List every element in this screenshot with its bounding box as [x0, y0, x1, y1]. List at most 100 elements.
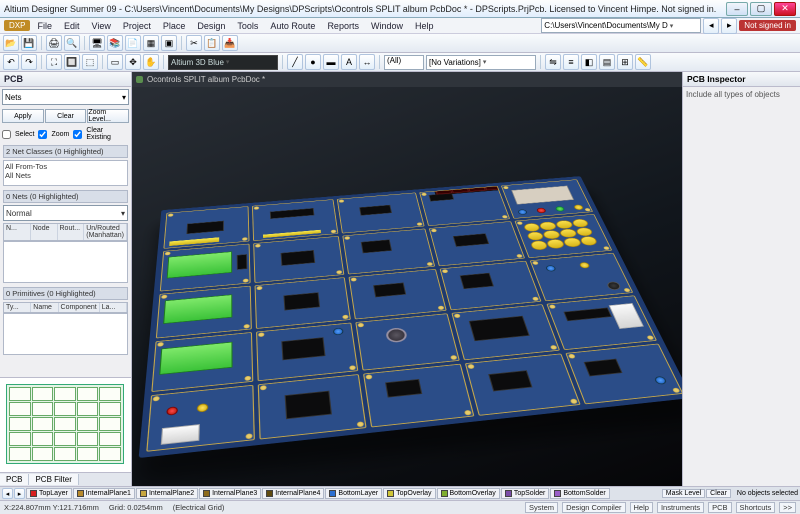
save-icon[interactable]: 💾: [21, 35, 37, 51]
signin-badge[interactable]: Not signed in: [739, 20, 796, 31]
status-panel-button[interactable]: System: [525, 502, 558, 513]
open-icon[interactable]: 📂: [3, 35, 19, 51]
status-panel-button[interactable]: PCB: [708, 502, 731, 513]
statusbar: X:224.807mm Y:121.716mm Grid: 0.0254mm (…: [0, 500, 800, 514]
layer-scroll-left[interactable]: ◂: [2, 488, 13, 499]
clear-button[interactable]: Clear: [45, 109, 87, 123]
status-panel-button[interactable]: Help: [630, 502, 653, 513]
menu-help[interactable]: Help: [410, 20, 439, 32]
3d-viewport[interactable]: Ocontrols SPLIT album PcbDoc * 8888: [132, 72, 682, 486]
status-panel-button[interactable]: >>: [779, 502, 796, 513]
layer-tab[interactable]: InternalPlane3: [199, 488, 261, 499]
inspector-header[interactable]: PCB Inspector: [683, 72, 800, 87]
lib-icon[interactable]: 📚: [107, 35, 123, 51]
clearexisting-checkbox[interactable]: [73, 130, 82, 139]
layer-tab[interactable]: TopSolder: [501, 488, 550, 499]
sheet-icon[interactable]: 📄: [125, 35, 141, 51]
select-checkbox[interactable]: [2, 130, 11, 139]
menu-file[interactable]: File: [32, 20, 57, 32]
tab-pcb[interactable]: PCB: [0, 474, 29, 485]
nets-list[interactable]: [3, 241, 128, 283]
variations-dropdown[interactable]: [No Variations]▾: [426, 55, 536, 70]
path-box[interactable]: C:\Users\Vincent\Documents\My D▾: [541, 18, 701, 33]
print-icon[interactable]: 🖨: [46, 35, 62, 51]
menu-design[interactable]: Design: [192, 20, 230, 32]
menu-project[interactable]: Project: [118, 20, 156, 32]
units-box[interactable]: (All): [384, 55, 424, 70]
menu-autoroute[interactable]: Auto Route: [265, 20, 320, 32]
right-panel: PCB Inspector Include all types of objec…: [682, 72, 800, 486]
app-title: Altium Designer Summer 09 - C:\Users\Vin…: [4, 4, 724, 14]
menu-window[interactable]: Window: [366, 20, 408, 32]
status-panel-button[interactable]: Instruments: [657, 502, 704, 513]
pan-icon[interactable]: ✋: [143, 54, 159, 70]
via-icon[interactable]: ●: [305, 54, 321, 70]
measure-icon[interactable]: 📏: [635, 54, 651, 70]
device-icon[interactable]: 🖥: [89, 35, 105, 51]
redo-icon[interactable]: ↷: [21, 54, 37, 70]
mini-map[interactable]: [0, 377, 131, 472]
zoom-area-icon[interactable]: 🔲: [64, 54, 80, 70]
window-close-button[interactable]: ✕: [774, 2, 796, 16]
layer-tab[interactable]: InternalPlane4: [262, 488, 324, 499]
move-icon[interactable]: ✥: [125, 54, 141, 70]
layer-tab[interactable]: InternalPlane1: [73, 488, 135, 499]
layer-tab[interactable]: TopLayer: [26, 488, 72, 499]
select-icon[interactable]: ▭: [107, 54, 123, 70]
document-tab[interactable]: Ocontrols SPLIT album PcbDoc *: [132, 72, 682, 87]
menu-tools[interactable]: Tools: [232, 20, 263, 32]
text-icon[interactable]: A: [341, 54, 357, 70]
menu-edit[interactable]: Edit: [59, 20, 85, 32]
paste-icon[interactable]: 📥: [222, 35, 238, 51]
list-item[interactable]: All Nets: [5, 171, 126, 180]
submodule: [337, 192, 425, 233]
mask-icon[interactable]: ◧: [581, 54, 597, 70]
layer-icon[interactable]: ≡: [563, 54, 579, 70]
tab-pcb-filter[interactable]: PCB Filter: [29, 474, 78, 485]
left-panel-tab[interactable]: PCB: [0, 72, 131, 87]
copy-icon[interactable]: 📋: [204, 35, 220, 51]
status-panel-button[interactable]: Design Compiler: [562, 502, 625, 513]
nets-mode-dropdown[interactable]: Nets▾: [2, 89, 129, 105]
nets-highlight-dropdown[interactable]: Normal▾: [3, 205, 128, 221]
undo-icon[interactable]: ↶: [3, 54, 19, 70]
layer-tab[interactable]: BottomOverlay: [437, 488, 500, 499]
poly-icon[interactable]: ▬: [323, 54, 339, 70]
cut-icon[interactable]: ✂: [186, 35, 202, 51]
window-min-button[interactable]: –: [726, 2, 748, 16]
pcb-icon[interactable]: ▦: [143, 35, 159, 51]
zoom-sel-icon[interactable]: ⬚: [82, 54, 98, 70]
3d-view-dropdown[interactable]: Altium 3D Blue▾: [168, 55, 278, 70]
snap-icon[interactable]: ⊞: [617, 54, 633, 70]
list-item[interactable]: All From-Tos: [5, 162, 126, 171]
align-icon[interactable]: ▤: [599, 54, 615, 70]
dim-icon[interactable]: ↔: [359, 54, 375, 70]
layer-tab[interactable]: BottomLayer: [325, 488, 382, 499]
status-grid: Grid: 0.0254mm: [109, 503, 163, 512]
inspector-include[interactable]: Include all types of objects: [686, 90, 780, 99]
menu-view[interactable]: View: [86, 20, 115, 32]
layer-scroll-right[interactable]: ▸: [14, 488, 25, 499]
layer-tab[interactable]: BottomSolder: [550, 488, 609, 499]
window-max-button[interactable]: ▢: [750, 2, 772, 16]
flip-icon[interactable]: ⇋: [545, 54, 561, 70]
status-panel-button[interactable]: Shortcuts: [736, 502, 776, 513]
zoomlevel-button[interactable]: Zoom Level...: [87, 109, 129, 123]
nav-fwd-button[interactable]: ▸: [721, 18, 737, 34]
zoom-checkbox[interactable]: [38, 130, 47, 139]
netclasses-list[interactable]: All From-Tos All Nets: [3, 160, 128, 186]
menu-place[interactable]: Place: [158, 20, 191, 32]
layer-tab[interactable]: InternalPlane2: [136, 488, 198, 499]
compile-icon[interactable]: ▣: [161, 35, 177, 51]
menu-reports[interactable]: Reports: [322, 20, 364, 32]
apply-button[interactable]: Apply: [2, 109, 44, 123]
mask-clear-button[interactable]: Clear: [706, 489, 731, 498]
mask-level-button[interactable]: Mask Level: [662, 489, 705, 498]
zoom-fit-icon[interactable]: ⛶: [46, 54, 62, 70]
route-icon[interactable]: ╱: [287, 54, 303, 70]
preview-icon[interactable]: 🔍: [64, 35, 80, 51]
layer-tab[interactable]: TopOverlay: [383, 488, 435, 499]
primitives-list[interactable]: [3, 313, 128, 355]
nav-back-button[interactable]: ◂: [703, 18, 719, 34]
dxp-badge[interactable]: DXP: [4, 20, 30, 31]
